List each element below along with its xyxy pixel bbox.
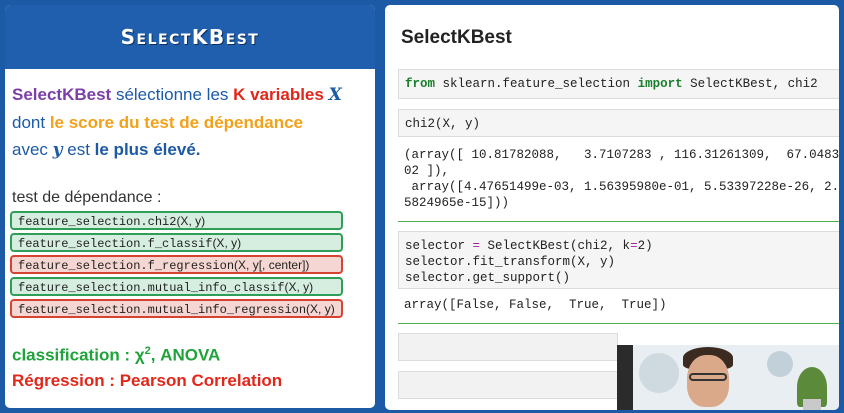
function-list: feature_selection.chi2(X, y) feature_sel… [10, 211, 343, 321]
notebook-title: SelectKBest [401, 27, 512, 48]
intro-k-variables: K variables [233, 85, 329, 104]
function-mutual-info-regression: feature_selection.mutual_info_regression… [10, 299, 343, 318]
intro-x: X [328, 85, 342, 105]
function-f-classif: feature_selection.f_classif(X, y) [10, 233, 343, 252]
empty-code-cell-1[interactable] [398, 333, 618, 361]
cell-separator [398, 221, 839, 222]
cell-separator-2 [398, 323, 839, 324]
function-f-regression: feature_selection.f_regression(X, y[, ce… [10, 255, 343, 274]
webcam-overlay [617, 345, 839, 410]
presenter-avatar [687, 355, 729, 407]
intro-selectkbest: SelectKBest [12, 85, 112, 104]
code-cell-import[interactable]: from sklearn.feature_selection import Se… [398, 69, 839, 99]
intro-text-1: sélectionne les [111, 85, 234, 104]
function-chi2: feature_selection.chi2(X, y) [10, 211, 343, 230]
code-cell-chi2[interactable]: chi2(X, y) [398, 109, 839, 137]
wall-decoration-2 [767, 351, 793, 377]
function-mutual-info-classif: feature_selection.mutual_info_classif(X,… [10, 277, 343, 296]
intro-text-4: est [62, 140, 95, 159]
jupyter-notebook: SelectKBest from sklearn.feature_selecti… [382, 2, 842, 413]
test-label: test de dépendance : [12, 189, 162, 206]
classification-line: classification : χ2, ANOVA [12, 345, 221, 365]
code-cell-selector[interactable]: selector = SelectKBest(chi2, k=2) select… [398, 231, 839, 289]
slide-panel: SelectKBest SelectKBest sélectionne les … [2, 2, 378, 411]
intro-highest: le plus élevé. [94, 140, 201, 159]
output-support: array([False, False, True, True]) [404, 298, 667, 312]
intro-y: y [52, 140, 63, 160]
plant-pot [803, 399, 821, 410]
webcam-frame [617, 345, 633, 410]
intro-text-2: dont [12, 113, 50, 132]
glasses-icon [689, 373, 727, 381]
intro-score: le score du test de dépendance [49, 113, 304, 132]
intro-text: SelectKBest sélectionne les K variables … [12, 81, 375, 164]
intro-text-3: avec [12, 140, 53, 159]
slide-header: SelectKBest [5, 5, 375, 69]
wall-decoration [639, 353, 679, 393]
output-chi2: (array([ 10.81782088, 3.7107283 , 116.31… [404, 148, 840, 210]
regression-line: Régression : Pearson Correlation [12, 371, 283, 390]
empty-code-cell-2[interactable] [398, 371, 618, 399]
slide-title: SelectKBest [120, 25, 260, 49]
